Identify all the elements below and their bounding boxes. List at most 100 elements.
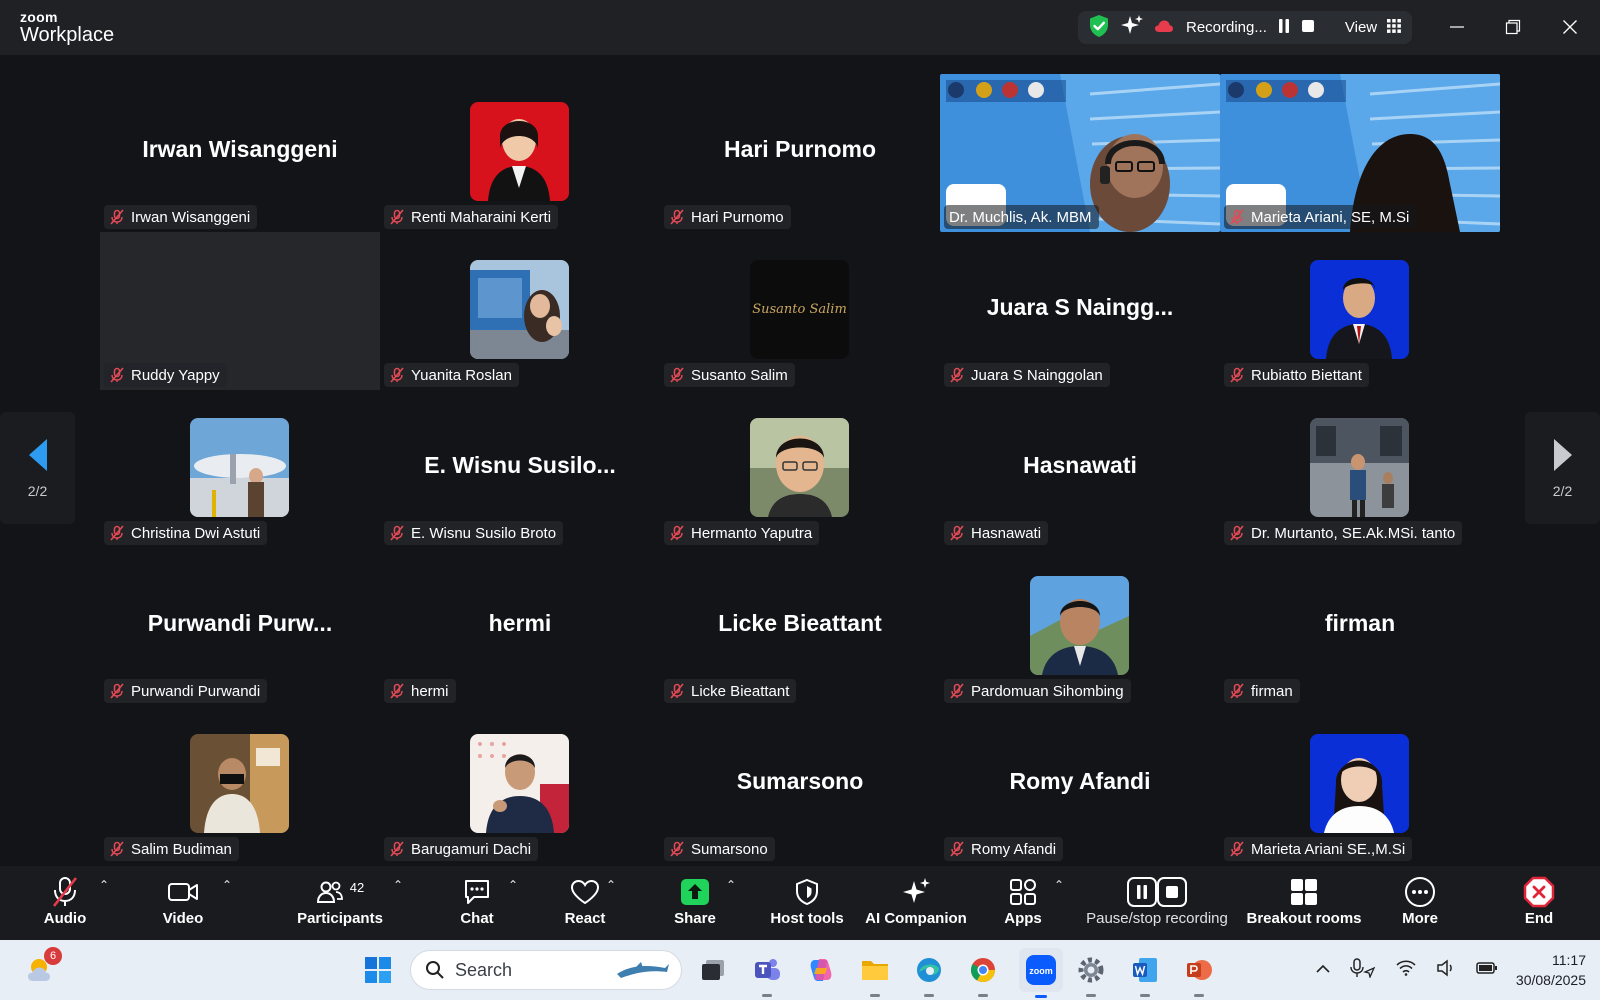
active-indicator: [1035, 995, 1047, 998]
next-page-button[interactable]: 2/2: [1525, 412, 1600, 524]
react-options-chevron-icon[interactable]: ⌃: [606, 878, 616, 892]
participant-tile[interactable]: Rubiatto Biettant: [1220, 232, 1500, 390]
participants-button[interactable]: 42 Participants: [294, 866, 386, 940]
chat-options-chevron-icon[interactable]: ⌃: [508, 878, 518, 892]
task-view-button[interactable]: [693, 950, 733, 990]
name-tag: Salim Budiman: [104, 837, 239, 861]
participant-tile[interactable]: Pardomuan Sihombing: [940, 548, 1220, 706]
shield-check-icon[interactable]: [1088, 14, 1110, 42]
participants-label: Participants: [297, 910, 383, 927]
participant-name: Rubiatto Biettant: [1251, 366, 1362, 384]
word-app[interactable]: [1125, 950, 1165, 997]
name-tag: Licke Bieattant: [664, 679, 797, 703]
show-hidden-icons-chevron-icon[interactable]: [1316, 961, 1330, 979]
share-options-chevron-icon[interactable]: ⌃: [726, 878, 736, 892]
task-view-icon: [702, 960, 724, 980]
grid-view-icon[interactable]: [1387, 18, 1402, 37]
participant-tile[interactable]: Sumarsono Sumarsono: [660, 706, 940, 864]
participant-tile[interactable]: firman firman: [1220, 548, 1500, 706]
powerpoint-app[interactable]: [1179, 950, 1219, 997]
participant-tile[interactable]: Hari Purnomo Hari Purnomo: [660, 74, 940, 232]
teams-app[interactable]: [747, 950, 787, 997]
name-tag: Dr. Muchlis, Ak. MBM: [944, 205, 1099, 229]
breakout-rooms-button[interactable]: Breakout rooms: [1246, 866, 1362, 940]
mic-muted-icon: [670, 367, 684, 383]
participant-tile[interactable]: Ruddy Yappy: [100, 232, 380, 390]
system-clock[interactable]: 11:17 30/08/2025: [1516, 950, 1586, 990]
minimize-icon: [1450, 26, 1464, 28]
mic-muted-icon: [390, 525, 404, 541]
previous-page-button[interactable]: 2/2: [0, 412, 75, 524]
participant-tile[interactable]: Hasnawati Hasnawati: [940, 390, 1220, 548]
mic-muted-icon: [670, 209, 684, 225]
volume-icon[interactable]: [1436, 958, 1456, 982]
participant-display-name: Hasnawati: [1023, 452, 1137, 478]
end-meeting-button[interactable]: End: [1516, 866, 1562, 940]
participant-tile[interactable]: Dr. Murtanto, SE.Ak.MSi. tanto: [1220, 390, 1500, 548]
pause-stop-recording-button[interactable]: Pause/stop recording: [1082, 866, 1232, 940]
breakout-label: Breakout rooms: [1246, 910, 1362, 927]
participant-name: firman: [1251, 682, 1293, 700]
system-tray: [1316, 940, 1498, 1000]
participant-display-name: Purwandi Purw...: [147, 610, 333, 636]
weather-badge: 6: [44, 947, 62, 965]
participant-tile[interactable]: Licke Bieattant Licke Bieattant: [660, 548, 940, 706]
running-indicator: [1194, 994, 1204, 997]
start-button[interactable]: [358, 950, 398, 990]
participant-tile[interactable]: Marieta Ariani SE.,M.Si: [1220, 706, 1500, 864]
host-tools-button[interactable]: Host tools: [770, 866, 844, 940]
participant-tile[interactable]: Yuanita Roslan: [380, 232, 660, 390]
audio-button[interactable]: Audio: [40, 866, 90, 940]
participant-tile[interactable]: Hermanto Yaputra: [660, 390, 940, 548]
more-button[interactable]: More: [1398, 866, 1442, 940]
ai-sparkle-icon[interactable]: [1120, 14, 1144, 42]
zoom-app[interactable]: zoom: [1019, 948, 1063, 998]
copilot-app[interactable]: [801, 950, 841, 990]
name-tag: Juara S Nainggolan: [944, 363, 1110, 387]
avatar-script-text: Susanto Salim: [752, 302, 847, 317]
participant-tile[interactable]: Renti Maharaini Kerti: [380, 74, 660, 232]
file-explorer-app[interactable]: [855, 950, 895, 997]
participant-tile[interactable]: Romy Afandi Romy Afandi: [940, 706, 1220, 864]
recording-status: Recording...: [1186, 19, 1267, 36]
pause-stop-label: Pause/stop recording: [1086, 910, 1228, 927]
weather-widget[interactable]: 6: [22, 947, 62, 990]
participant-video-tile[interactable]: Marieta Ariani, SE, M.Si: [1220, 74, 1500, 232]
participant-tile[interactable]: Purwandi Purw... Purwandi Purwandi: [100, 548, 380, 706]
audio-options-chevron-icon[interactable]: ⌃: [99, 878, 109, 892]
wifi-icon[interactable]: [1396, 959, 1416, 981]
participant-tile[interactable]: Christina Dwi Astuti: [100, 390, 380, 548]
apps-options-chevron-icon[interactable]: ⌃: [1054, 878, 1064, 892]
close-button[interactable]: [1550, 10, 1590, 44]
participant-name: hermi: [411, 682, 449, 700]
chat-button[interactable]: Chat: [454, 866, 500, 940]
ai-companion-button[interactable]: AI Companion: [865, 866, 967, 940]
share-button[interactable]: Share: [670, 866, 720, 940]
participants-options-chevron-icon[interactable]: ⌃: [393, 878, 403, 892]
chrome-app[interactable]: [963, 950, 1003, 997]
edge-app[interactable]: [909, 950, 949, 997]
view-button[interactable]: View: [1345, 19, 1377, 36]
participant-tile[interactable]: Barugamuri Dachi: [380, 706, 660, 864]
participant-tile[interactable]: E. Wisnu Susilo... E. Wisnu Susilo Broto: [380, 390, 660, 548]
microphone-in-use-icon[interactable]: [1350, 957, 1376, 983]
video-button[interactable]: Video: [158, 866, 208, 940]
react-button[interactable]: React: [560, 866, 610, 940]
mic-muted-icon: [950, 525, 964, 541]
participant-tile[interactable]: Susanto Salim Susanto Salim: [660, 232, 940, 390]
apps-button[interactable]: Apps: [1002, 866, 1044, 940]
video-options-chevron-icon[interactable]: ⌃: [222, 878, 232, 892]
participant-tile[interactable]: Juara S Naingg... Juara S Nainggolan: [940, 232, 1220, 390]
participant-tile[interactable]: Irwan Wisanggeni Irwan Wisanggeni: [100, 74, 380, 232]
minimize-button[interactable]: [1437, 10, 1477, 44]
close-icon: [1563, 20, 1577, 34]
restore-button[interactable]: [1493, 10, 1533, 44]
pause-recording-icon[interactable]: [1277, 18, 1291, 38]
battery-icon[interactable]: [1476, 961, 1498, 980]
taskbar-search[interactable]: Search: [410, 950, 682, 990]
participant-video-tile[interactable]: Dr. Muchlis, Ak. MBM: [940, 74, 1220, 232]
settings-app[interactable]: [1071, 950, 1111, 997]
stop-recording-icon[interactable]: [1301, 19, 1315, 37]
participant-tile[interactable]: hermi hermi: [380, 548, 660, 706]
participant-tile[interactable]: Salim Budiman: [100, 706, 380, 864]
